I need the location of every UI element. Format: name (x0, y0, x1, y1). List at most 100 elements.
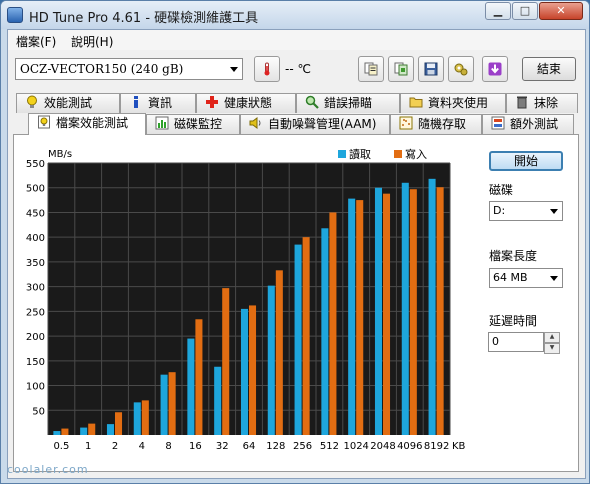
x-tick-label: 8192 (424, 441, 449, 452)
bar-read (240, 308, 248, 435)
copy-screenshot-button[interactable] (388, 56, 414, 82)
chevron-down-icon (230, 67, 238, 72)
bar-read (53, 431, 61, 435)
bar-write (115, 412, 123, 435)
bar-write (222, 288, 230, 435)
bar-write (249, 305, 257, 435)
legend-read-swatch (338, 150, 346, 158)
x-tick-label: 32 (216, 441, 229, 452)
bar-read (214, 366, 222, 435)
info-icon (134, 96, 138, 108)
save-icon (424, 62, 438, 76)
tab-aam[interactable]: 自動噪聲管理(AAM) (240, 114, 390, 134)
delay-stepper[interactable]: ▲ ▼ (544, 332, 560, 354)
tab-label: 效能測試 (44, 96, 93, 110)
options-icon (454, 63, 468, 76)
stepper-down-icon[interactable]: ▼ (544, 343, 560, 354)
menu-help[interactable]: 說明(H) (71, 33, 113, 50)
legend-write-swatch (394, 150, 402, 158)
tab-label: 隨機存取 (418, 117, 467, 131)
tab-label: 健康狀態 (224, 96, 273, 110)
tab-disk-monitor[interactable]: 磁碟監控 (146, 114, 240, 134)
bar-read (428, 178, 436, 436)
tab-random-access[interactable]: 隨機存取 (390, 114, 482, 134)
bar-write (302, 237, 310, 435)
disk-select-value: D: (493, 204, 506, 217)
exit-button[interactable]: 結束 (522, 57, 576, 81)
file-benchmark-icon (38, 115, 50, 129)
menu-bar: 檔案(F) 說明(H) (8, 30, 585, 50)
y-tick-label: 50 (32, 406, 45, 417)
bar-write (168, 372, 176, 435)
bar-write (195, 319, 203, 435)
tab-error-scan[interactable]: 錯誤掃瞄 (296, 93, 400, 113)
tab-label: 資料夾使用 (428, 96, 489, 110)
bar-read (187, 338, 195, 435)
download-icon (488, 62, 502, 76)
drive-select[interactable]: OCZ-VECTOR150 (240 gB) (15, 58, 243, 80)
tab-health[interactable]: 健康狀態 (196, 93, 296, 113)
disk-select[interactable]: D: (489, 201, 563, 221)
x-tick-label: 1 (85, 441, 91, 452)
window-title: HD Tune Pro 4.61 - 硬碟檢測維護工具 (29, 11, 259, 26)
disk-label: 磁碟 (489, 183, 514, 197)
tab-label: 自動噪聲管理(AAM) (268, 117, 377, 131)
bar-write (88, 423, 96, 435)
download-button[interactable] (482, 56, 508, 82)
file-length-select[interactable]: 64 MB (489, 268, 563, 288)
bar-read (401, 182, 409, 435)
title-bar[interactable]: HD Tune Pro 4.61 - 硬碟檢測維護工具 ▁ □ ✕ (1, 1, 589, 29)
temperature-button[interactable] (254, 56, 280, 82)
y-tick-label: 100 (26, 382, 45, 393)
bar-read (348, 198, 356, 435)
tab-folder-usage[interactable]: 資料夾使用 (400, 93, 506, 113)
client-area: 檔案(F) 說明(H) OCZ-VECTOR150 (240 gB) -- ℃ (7, 29, 586, 479)
options-button[interactable] (448, 56, 474, 82)
y-tick-label: 250 (26, 307, 45, 318)
tab-benchmark[interactable]: 效能測試 (16, 93, 120, 113)
tab-info[interactable]: 資訊 (120, 93, 196, 113)
bar-write (329, 212, 337, 435)
benchmark-panel: 50 100 150 200 250 300 350 400 450 500 550 MB/s 0.5 1… (13, 134, 579, 472)
copy-text-button[interactable] (358, 56, 384, 82)
x-tick-label: 0.5 (53, 441, 69, 452)
bar-read (80, 427, 88, 435)
y-tick-label: 150 (26, 357, 45, 368)
x-tick-label: 1024 (343, 441, 368, 452)
close-button[interactable]: ✕ (539, 2, 583, 20)
tab-label: 錯誤掃瞄 (324, 96, 373, 110)
tab-extra-tests[interactable]: 額外測試 (482, 114, 574, 134)
magnifier-icon (305, 95, 319, 109)
y-tick-label: 500 (26, 184, 45, 195)
drive-select-value: OCZ-VECTOR150 (240 gB) (20, 62, 184, 76)
bar-read (267, 285, 275, 435)
tab-label: 抹除 (534, 96, 559, 110)
speaker-icon (249, 117, 261, 129)
temperature-readout: -- ℃ (285, 62, 311, 76)
bar-read (133, 402, 141, 435)
tab-erase[interactable]: 抹除 (506, 93, 578, 113)
tab-file-benchmark[interactable]: 檔案效能測試 (28, 113, 146, 135)
folder-icon (409, 97, 423, 108)
disk-monitor-icon (155, 116, 169, 130)
bar-write (356, 200, 364, 435)
start-button[interactable]: 開始 (489, 151, 563, 171)
app-window: HD Tune Pro 4.61 - 硬碟檢測維護工具 ▁ □ ✕ 檔案(F) … (0, 0, 590, 484)
x-tick-label: 4 (139, 441, 145, 452)
copy-text-icon (364, 62, 378, 76)
menu-file[interactable]: 檔案(F) (16, 33, 56, 50)
minimize-button[interactable]: ▁ (485, 2, 511, 20)
y-tick-label: 400 (26, 233, 45, 244)
y-tick-label: 450 (26, 208, 45, 219)
save-button[interactable] (418, 56, 444, 82)
bar-write (409, 189, 417, 435)
copy-screenshot-icon (394, 62, 408, 76)
tab-label: 額外測試 (510, 117, 559, 131)
bar-read (374, 187, 382, 435)
maximize-button[interactable]: □ (512, 2, 538, 20)
app-icon (7, 7, 23, 23)
delay-input[interactable]: 0 (488, 332, 544, 352)
health-cross-icon (206, 96, 218, 108)
bar-write (61, 428, 69, 435)
stepper-up-icon[interactable]: ▲ (544, 332, 560, 343)
